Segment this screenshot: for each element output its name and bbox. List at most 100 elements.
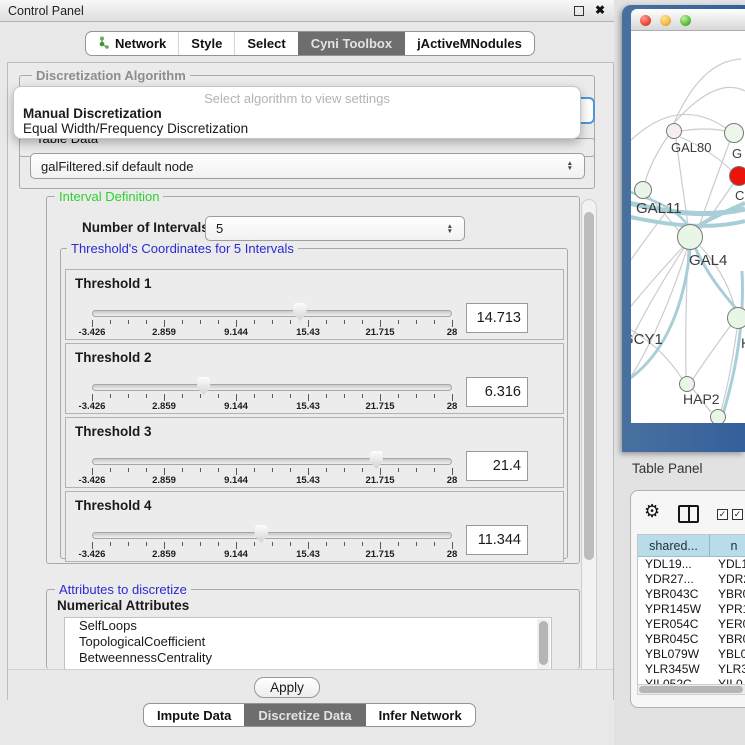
- number-of-intervals-combobox[interactable]: 5 ▲▼: [205, 216, 465, 241]
- cell-name[interactable]: YIL0: [710, 677, 745, 684]
- tab-infer-network[interactable]: Infer Network: [365, 704, 475, 726]
- tab-discretize-data[interactable]: Discretize Data: [244, 704, 364, 726]
- threshold-value-field[interactable]: 14.713: [466, 303, 528, 333]
- threshold-value-field[interactable]: 21.4: [466, 451, 528, 481]
- network-node[interactable]: [710, 409, 726, 423]
- traffic-light-zoom-icon[interactable]: [680, 15, 691, 26]
- threshold-slider-thumb[interactable]: [293, 303, 307, 321]
- tab-network[interactable]: Network: [86, 32, 178, 55]
- cell-shared-name[interactable]: YER054C: [638, 617, 710, 632]
- threshold-slider-track[interactable]: [92, 310, 452, 317]
- tab-select[interactable]: Select: [234, 32, 297, 55]
- threshold-value-field[interactable]: 6.316: [466, 377, 528, 407]
- scrollbar-thumb[interactable]: [584, 212, 594, 560]
- split-view-icon[interactable]: [678, 505, 699, 523]
- attribute-list-item[interactable]: SelfLoops: [65, 618, 551, 634]
- cell-shared-name[interactable]: YPR145W: [638, 602, 710, 617]
- network-node[interactable]: [679, 376, 695, 392]
- cell-shared-name[interactable]: YBR045C: [638, 632, 710, 647]
- checkbox-icon[interactable]: ✓: [732, 509, 743, 520]
- threshold-value-field[interactable]: 11.344: [466, 525, 528, 555]
- algorithm-option-equal-width[interactable]: Equal Width/Frequency Discretization: [14, 121, 580, 136]
- threshold-slider-track[interactable]: [92, 384, 452, 391]
- table-row[interactable]: YDR27...YDR2: [638, 572, 745, 587]
- table-horizontal-scrollbar[interactable]: [637, 684, 745, 695]
- network-canvas[interactable]: GAL80GCGAL11GAL4GCY1HHAP2: [631, 31, 745, 422]
- table-row[interactable]: YDL19...YDL1: [638, 557, 745, 572]
- tab-jactivemnodules[interactable]: jActiveMNodules: [404, 32, 534, 55]
- numerical-attributes-label: Numerical Attributes: [57, 598, 189, 613]
- cell-name[interactable]: YBL0: [710, 647, 745, 662]
- table-header-row[interactable]: shared... n: [638, 535, 745, 557]
- checkbox-icon[interactable]: ✓: [717, 509, 728, 520]
- control-panel-titlebar: Control Panel ✖: [0, 0, 622, 22]
- tab-style[interactable]: Style: [178, 32, 234, 55]
- threshold-3-panel: Threshold 3-3.4262.8599.14415.4321.71528…: [65, 417, 564, 488]
- scale-label: 9.144: [224, 327, 248, 338]
- network-node[interactable]: [634, 181, 652, 199]
- traffic-light-close-icon[interactable]: [640, 15, 651, 26]
- cell-name[interactable]: YDR2: [710, 572, 745, 587]
- cell-name[interactable]: YBR0: [710, 632, 745, 647]
- threshold-slider-thumb[interactable]: [254, 525, 268, 543]
- cell-shared-name[interactable]: YIL052C: [638, 677, 710, 684]
- network-node[interactable]: [666, 123, 682, 139]
- cell-name[interactable]: YLR3: [710, 662, 745, 677]
- attribute-list-item[interactable]: TopologicalCoefficient: [65, 634, 551, 650]
- algorithm-option-manual[interactable]: Manual Discretization: [14, 106, 580, 121]
- tick-mark: [200, 468, 201, 472]
- network-node[interactable]: [727, 307, 745, 329]
- network-node[interactable]: [724, 123, 744, 143]
- network-node[interactable]: [729, 166, 745, 186]
- cell-name[interactable]: YDL1: [710, 557, 745, 572]
- tab-cyni-toolbox[interactable]: Cyni Toolbox: [298, 32, 404, 55]
- attribute-list-item[interactable]: BetweennessCentrality: [65, 650, 551, 666]
- tick-mark: [362, 320, 363, 324]
- threshold-slider-track[interactable]: [92, 532, 452, 539]
- close-icon[interactable]: ✖: [595, 3, 605, 17]
- table-row[interactable]: YER054CYER0: [638, 617, 745, 632]
- column-header-name[interactable]: n: [710, 535, 745, 556]
- gear-icon[interactable]: ⚙: [644, 501, 660, 522]
- table-data-combobox[interactable]: galFiltered.sif default node ▲▼: [30, 153, 585, 179]
- cell-name[interactable]: YBR0: [710, 587, 745, 602]
- tick-mark: [236, 542, 237, 549]
- table-row[interactable]: YBL079WYBL0: [638, 647, 745, 662]
- settings-scrollbar[interactable]: [581, 199, 597, 696]
- scale-label: 2.859: [152, 549, 176, 560]
- cell-shared-name[interactable]: YBL079W: [638, 647, 710, 662]
- traffic-light-minimize-icon[interactable]: [660, 15, 671, 26]
- column-header-shared-name[interactable]: shared...: [638, 535, 710, 556]
- network-node[interactable]: [677, 224, 703, 250]
- threshold-label: Threshold 1: [75, 276, 152, 291]
- network-window-titlebar[interactable]: [631, 9, 745, 31]
- threshold-slider-thumb[interactable]: [197, 377, 211, 395]
- scrollbar-thumb[interactable]: [639, 686, 743, 693]
- table-row[interactable]: YPR145WYPR1: [638, 602, 745, 617]
- cell-name[interactable]: YER0: [710, 617, 745, 632]
- apply-button[interactable]: Apply: [254, 677, 320, 698]
- cell-shared-name[interactable]: YBR043C: [638, 587, 710, 602]
- tab-impute-data[interactable]: Impute Data: [144, 704, 244, 726]
- table-row[interactable]: YBR045CYBR0: [638, 632, 745, 647]
- tick-mark: [380, 394, 381, 401]
- node-table[interactable]: shared... n YDL19...YDL1YDR27...YDR2YBR0…: [637, 534, 745, 684]
- scrollbar-thumb[interactable]: [539, 621, 548, 665]
- node-label: GAL4: [689, 252, 727, 269]
- cell-shared-name[interactable]: YLR345W: [638, 662, 710, 677]
- bottom-tab-bar: Impute Data Discretize Data Infer Networ…: [143, 703, 476, 727]
- table-panel: ⚙ ✓ ✓ shared... n YDL19...YDL1YDR27...YD…: [630, 490, 745, 708]
- cell-shared-name[interactable]: YDR27...: [638, 572, 710, 587]
- cell-shared-name[interactable]: YDL19...: [638, 557, 710, 572]
- attributes-scrollbar[interactable]: [537, 619, 550, 670]
- table-row[interactable]: YIL052CYIL0: [638, 677, 745, 684]
- network-tab-icon: [98, 36, 110, 52]
- tick-mark: [362, 394, 363, 398]
- threshold-slider-thumb[interactable]: [369, 451, 383, 469]
- table-row[interactable]: YLR345WYLR3: [638, 662, 745, 677]
- float-window-icon[interactable]: [574, 6, 584, 16]
- threshold-slider-track[interactable]: [92, 458, 452, 465]
- cell-name[interactable]: YPR1: [710, 602, 745, 617]
- table-row[interactable]: YBR043CYBR0: [638, 587, 745, 602]
- numerical-attributes-list[interactable]: SelfLoopsTopologicalCoefficientBetweenne…: [64, 617, 552, 670]
